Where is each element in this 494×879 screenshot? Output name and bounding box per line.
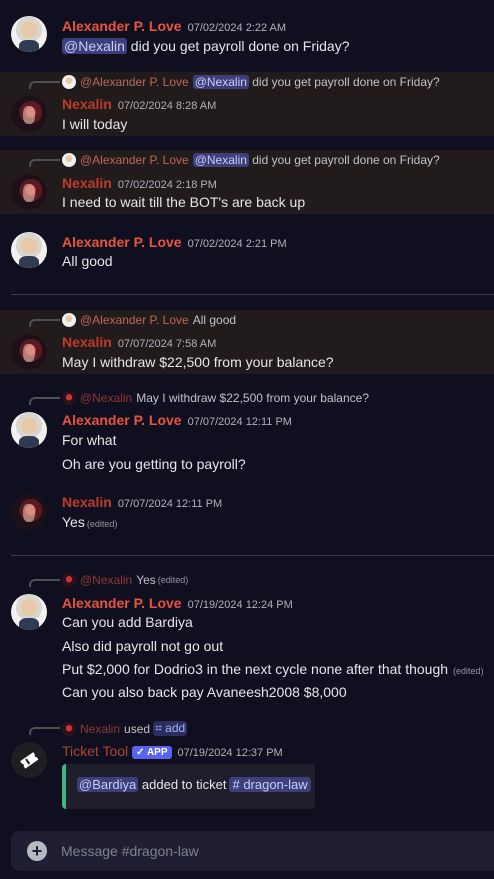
mini-avatar [62, 573, 76, 587]
mini-avatar [62, 721, 76, 736]
reply-spine [29, 727, 60, 735]
channel-mention[interactable]: # dragon-law [229, 777, 311, 792]
timestamp: 07/07/2024 7:58 AM [117, 338, 217, 350]
mini-avatar [62, 313, 76, 327]
date-divider [11, 294, 494, 295]
message-input[interactable] [61, 831, 481, 871]
user-mention[interactable]: @Nexalin [62, 38, 127, 54]
mini-avatar [62, 153, 76, 167]
message-composer: + [11, 831, 494, 871]
author-name[interactable]: Alexander P. Love 07/02/2024 2:21 PM [62, 234, 287, 250]
author-name[interactable]: Ticket Tool ✓ APP 07/19/2024 12:37 PM [62, 743, 283, 759]
message-text: For what [62, 432, 117, 448]
author-name[interactable]: Nexalin 07/02/2024 8:28 AM [62, 96, 216, 112]
avatar[interactable] [11, 334, 47, 370]
message-3: @Alexander P. Love @Nexalin did you get … [0, 150, 494, 214]
message-6: @Nexalin May I withdraw $22,500 from you… [0, 388, 494, 480]
avatar[interactable] [11, 16, 47, 52]
app-badge: ✓ APP [132, 746, 172, 759]
mini-avatar [62, 75, 76, 89]
message-text: Can you also back pay Avaneesh2008 $8,00… [62, 684, 347, 700]
message-text: Oh are you getting to payroll? [62, 456, 246, 472]
edited-label: (edited) [86, 519, 118, 529]
reply-preview[interactable]: @Alexander P. Love @Nexalin did you get … [62, 75, 440, 89]
reply-spine [29, 319, 60, 327]
edited-label: (edited) [453, 666, 484, 676]
avatar[interactable] [11, 594, 47, 630]
avatar[interactable] [11, 174, 47, 210]
message-text: Yes (edited) [62, 514, 118, 530]
timestamp: 07/02/2024 2:18 PM [117, 179, 217, 191]
avatar[interactable] [11, 96, 47, 132]
message-text: Can you add Bardiya [62, 614, 193, 630]
message-text: May I withdraw $22,500 from your balance… [62, 354, 334, 370]
avatar[interactable] [11, 742, 47, 778]
date-divider [11, 555, 494, 556]
timestamp: 07/07/2024 12:11 PM [117, 498, 223, 510]
reply-preview[interactable]: @Alexander P. Love @Nexalin did you get … [62, 153, 440, 167]
author-name[interactable]: Alexander P. Love 07/07/2024 12:11 PM [62, 412, 292, 428]
timestamp: 07/02/2024 2:21 PM [187, 238, 287, 250]
message-text: Also did payroll not go out [62, 638, 224, 654]
message-text: Put $2,000 for Dodrio3 in the next cycle… [62, 661, 484, 677]
message-text: All good [62, 253, 113, 269]
author-name[interactable]: Alexander P. Love 07/19/2024 12:24 PM [62, 595, 293, 611]
message-7: Nexalin 07/07/2024 12:11 PM Yes (edited) [0, 486, 494, 536]
reply-spine [29, 579, 60, 587]
message-feed: Alexander P. Love 07/02/2024 2:22 AM @Nex… [0, 0, 494, 879]
message-1: Alexander P. Love 07/02/2024 2:22 AM @Nex… [0, 8, 494, 58]
embed-text: @Bardiya added to ticket # dragon-law [77, 777, 311, 792]
author-name[interactable]: Nexalin 07/07/2024 7:58 AM [62, 334, 216, 350]
hash-icon: # [232, 777, 240, 792]
timestamp: 07/07/2024 12:11 PM [187, 416, 292, 428]
add-attachment-button[interactable]: + [27, 841, 47, 861]
slash-command[interactable]: ⌗ add [153, 721, 188, 736]
timestamp: 07/02/2024 2:22 AM [187, 22, 287, 34]
avatar[interactable] [11, 232, 47, 268]
reply-preview[interactable]: @Alexander P. Love All good [62, 313, 236, 327]
message-5: @Alexander P. Love All good Nexalin 07/07… [0, 310, 494, 374]
mini-avatar [62, 391, 76, 405]
message-2: @Alexander P. Love @Nexalin did you get … [0, 72, 494, 136]
message-8: @Nexalin Yes (edited) Alexander P. Love 0… [0, 570, 494, 710]
ticket-icon [20, 752, 39, 769]
command-reply-preview[interactable]: Nexalin used ⌗ add [62, 721, 188, 736]
plus-icon: + [31, 841, 43, 861]
slash-command-icon: ⌗ [155, 721, 166, 735]
message-text: I need to wait till the BOT's are back u… [62, 194, 306, 210]
author-name[interactable]: Nexalin 07/07/2024 12:11 PM [62, 494, 222, 510]
bot-embed: @Bardiya added to ticket # dragon-law [62, 764, 315, 809]
verified-check-icon: ✓ [136, 747, 147, 758]
user-mention[interactable]: @Bardiya [77, 777, 139, 792]
reply-preview[interactable]: @Nexalin Yes (edited) [62, 573, 188, 587]
timestamp: 07/19/2024 12:37 PM [177, 747, 283, 759]
avatar[interactable] [11, 412, 47, 448]
reply-spine [29, 397, 60, 405]
message-text: I will today [62, 116, 128, 132]
reply-spine [29, 159, 60, 167]
avatar[interactable] [11, 494, 47, 530]
author-name[interactable]: Nexalin 07/02/2024 2:18 PM [62, 175, 217, 191]
timestamp: 07/02/2024 8:28 AM [117, 100, 217, 112]
message-text: @Nexalin did you get payroll done on Fri… [62, 38, 350, 54]
author-name[interactable]: Alexander P. Love 07/02/2024 2:22 AM [62, 18, 286, 34]
timestamp: 07/19/2024 12:24 PM [187, 599, 293, 611]
reply-preview[interactable]: @Nexalin May I withdraw $22,500 from you… [62, 391, 369, 405]
message-4: Alexander P. Love 07/02/2024 2:21 PM All … [0, 224, 494, 274]
reply-spine [29, 81, 60, 89]
